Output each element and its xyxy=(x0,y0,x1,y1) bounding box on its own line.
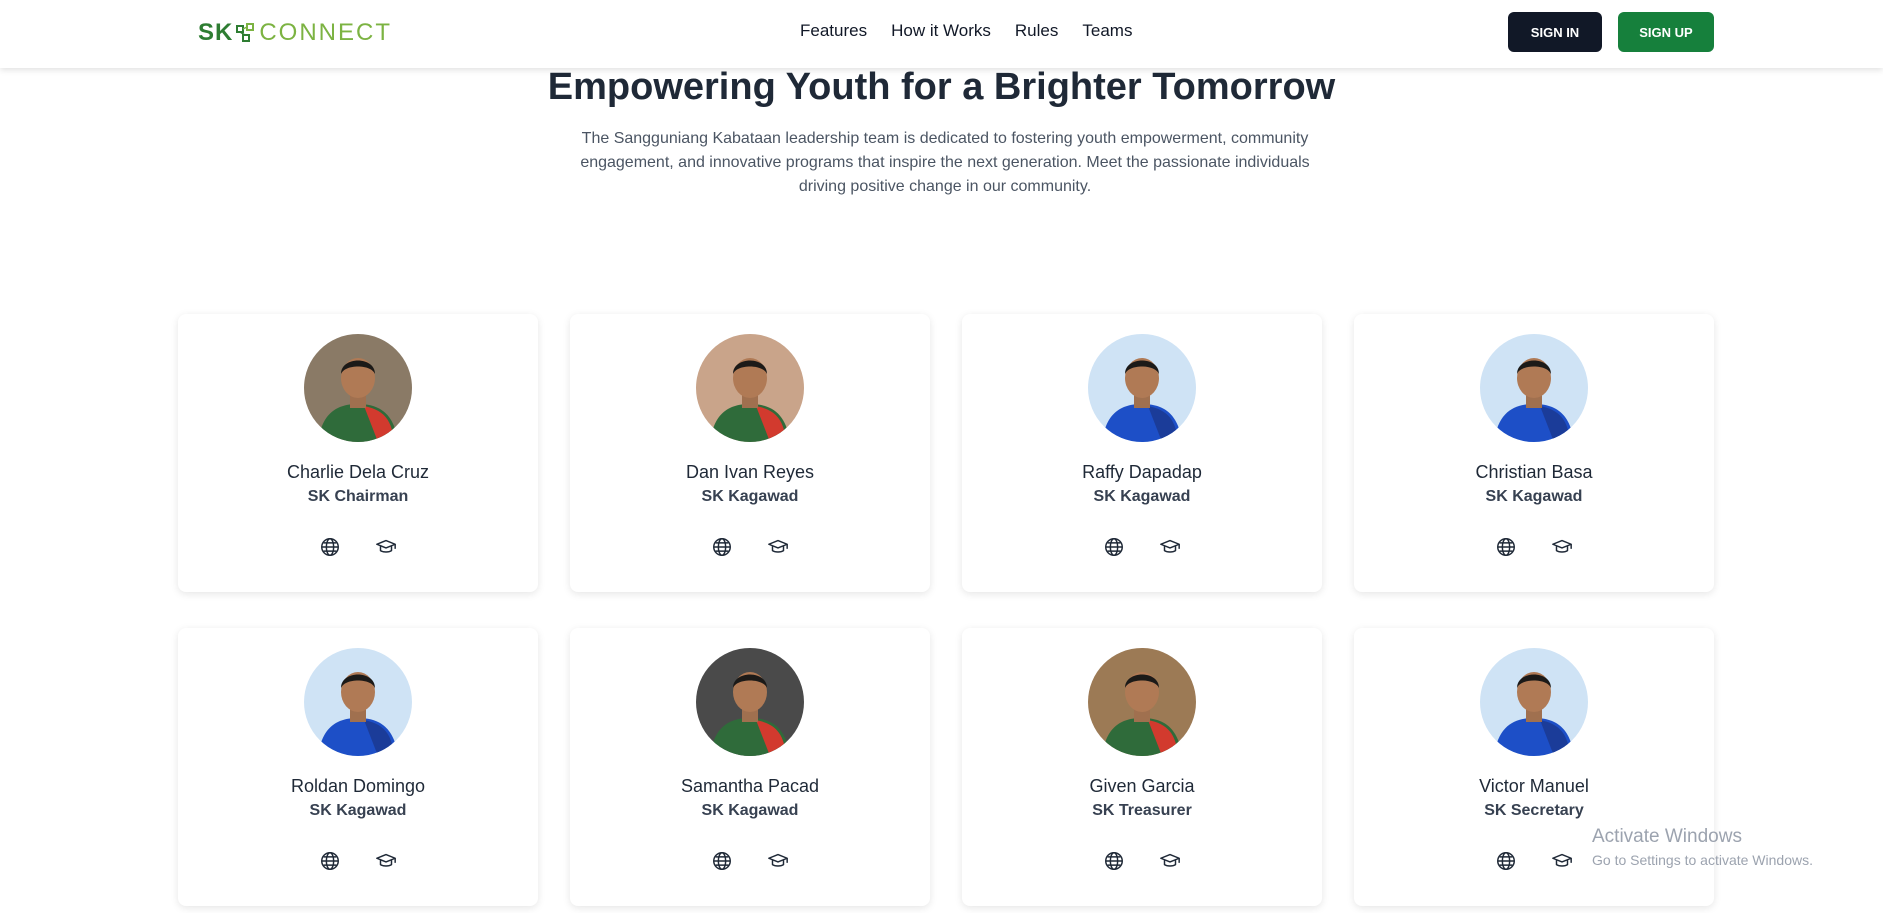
member-avatar xyxy=(696,648,804,756)
graduation-cap-icon[interactable] xyxy=(767,850,789,872)
globe-icon[interactable] xyxy=(1495,850,1517,872)
nav-how-it-works[interactable]: How it Works xyxy=(891,21,991,41)
team-member-card: Roldan Domingo SK Kagawad xyxy=(178,628,538,906)
page-description: The Sangguniang Kabataan leadership team… xyxy=(580,130,1310,195)
graduation-cap-icon[interactable] xyxy=(1159,850,1181,872)
logo-connect-text: CONNECT xyxy=(259,19,393,46)
member-links xyxy=(1354,536,1714,558)
member-name: Charlie Dela Cruz xyxy=(286,462,430,482)
graduation-cap-icon[interactable] xyxy=(1551,850,1573,872)
team-member-card: Given Garcia SK Treasurer xyxy=(962,628,1322,906)
watermark-subtitle: Go to Settings to activate Windows. xyxy=(1592,852,1813,868)
member-avatar xyxy=(1088,648,1196,756)
member-role: SK Treasurer xyxy=(1092,802,1192,819)
member-links xyxy=(178,850,538,872)
team-member-card: Christian Basa SK Kagawad xyxy=(1354,314,1714,592)
nav-teams[interactable]: Teams xyxy=(1082,21,1132,41)
graduation-cap-icon[interactable] xyxy=(1551,536,1573,558)
member-name: Christian Basa xyxy=(1475,462,1593,482)
team-member-card: Samantha Pacad SK Kagawad xyxy=(570,628,930,906)
sign-in-button[interactable]: SIGN IN xyxy=(1508,12,1602,52)
graduation-cap-icon[interactable] xyxy=(1159,536,1181,558)
member-role: SK Secretary xyxy=(1484,802,1584,819)
member-name: Roldan Domingo xyxy=(290,776,426,796)
skconnect-logo[interactable]: SK CONNECT xyxy=(198,19,393,46)
member-name: Given Garcia xyxy=(1089,776,1195,796)
globe-icon[interactable] xyxy=(1103,850,1125,872)
logo-sk-text: SK xyxy=(198,19,234,46)
globe-icon[interactable] xyxy=(319,850,341,872)
member-avatar xyxy=(1480,334,1588,442)
member-links xyxy=(962,850,1322,872)
graduation-cap-icon[interactable] xyxy=(767,536,789,558)
top-navbar: SK CONNECT Features How it Works Rules T… xyxy=(0,0,1883,68)
member-name: Dan Ivan Reyes xyxy=(685,462,815,482)
member-role: SK Kagawad xyxy=(1093,488,1191,505)
page-title: Empowering Youth for a Brighter Tomorrow xyxy=(547,66,1336,108)
nav-rules[interactable]: Rules xyxy=(1015,21,1058,41)
member-avatar xyxy=(1088,334,1196,442)
globe-icon[interactable] xyxy=(1495,536,1517,558)
watermark-title: Activate Windows xyxy=(1592,826,1742,847)
team-member-card: Dan Ivan Reyes SK Kagawad xyxy=(570,314,930,592)
member-avatar xyxy=(304,648,412,756)
member-avatar xyxy=(304,334,412,442)
member-links xyxy=(962,536,1322,558)
logo-network-icon xyxy=(235,22,257,44)
sign-up-button[interactable]: SIGN UP xyxy=(1618,12,1714,52)
team-member-card: Raffy Dapadap SK Kagawad xyxy=(962,314,1322,592)
globe-icon[interactable] xyxy=(711,536,733,558)
windows-activation-watermark: Activate Windows Go to Settings to activ… xyxy=(1592,826,1813,868)
member-name: Samantha Pacad xyxy=(680,776,820,796)
member-links xyxy=(178,536,538,558)
globe-icon[interactable] xyxy=(1103,536,1125,558)
member-avatar xyxy=(696,334,804,442)
main-nav: Features How it Works Rules Teams xyxy=(800,21,1132,41)
member-avatar xyxy=(1480,648,1588,756)
member-role: SK Kagawad xyxy=(309,802,407,819)
member-role: SK Chairman xyxy=(307,488,409,505)
member-links xyxy=(570,850,930,872)
member-role: SK Kagawad xyxy=(701,802,799,819)
globe-icon[interactable] xyxy=(711,850,733,872)
graduation-cap-icon[interactable] xyxy=(375,536,397,558)
member-role: SK Kagawad xyxy=(1485,488,1583,505)
member-name: Raffy Dapadap xyxy=(1082,462,1202,482)
graduation-cap-icon[interactable] xyxy=(375,850,397,872)
member-role: SK Kagawad xyxy=(701,488,799,505)
globe-icon[interactable] xyxy=(319,536,341,558)
nav-features[interactable]: Features xyxy=(800,21,867,41)
member-links xyxy=(570,536,930,558)
member-name: Victor Manuel xyxy=(1479,776,1589,796)
team-member-card: Charlie Dela Cruz SK Chairman xyxy=(178,314,538,592)
